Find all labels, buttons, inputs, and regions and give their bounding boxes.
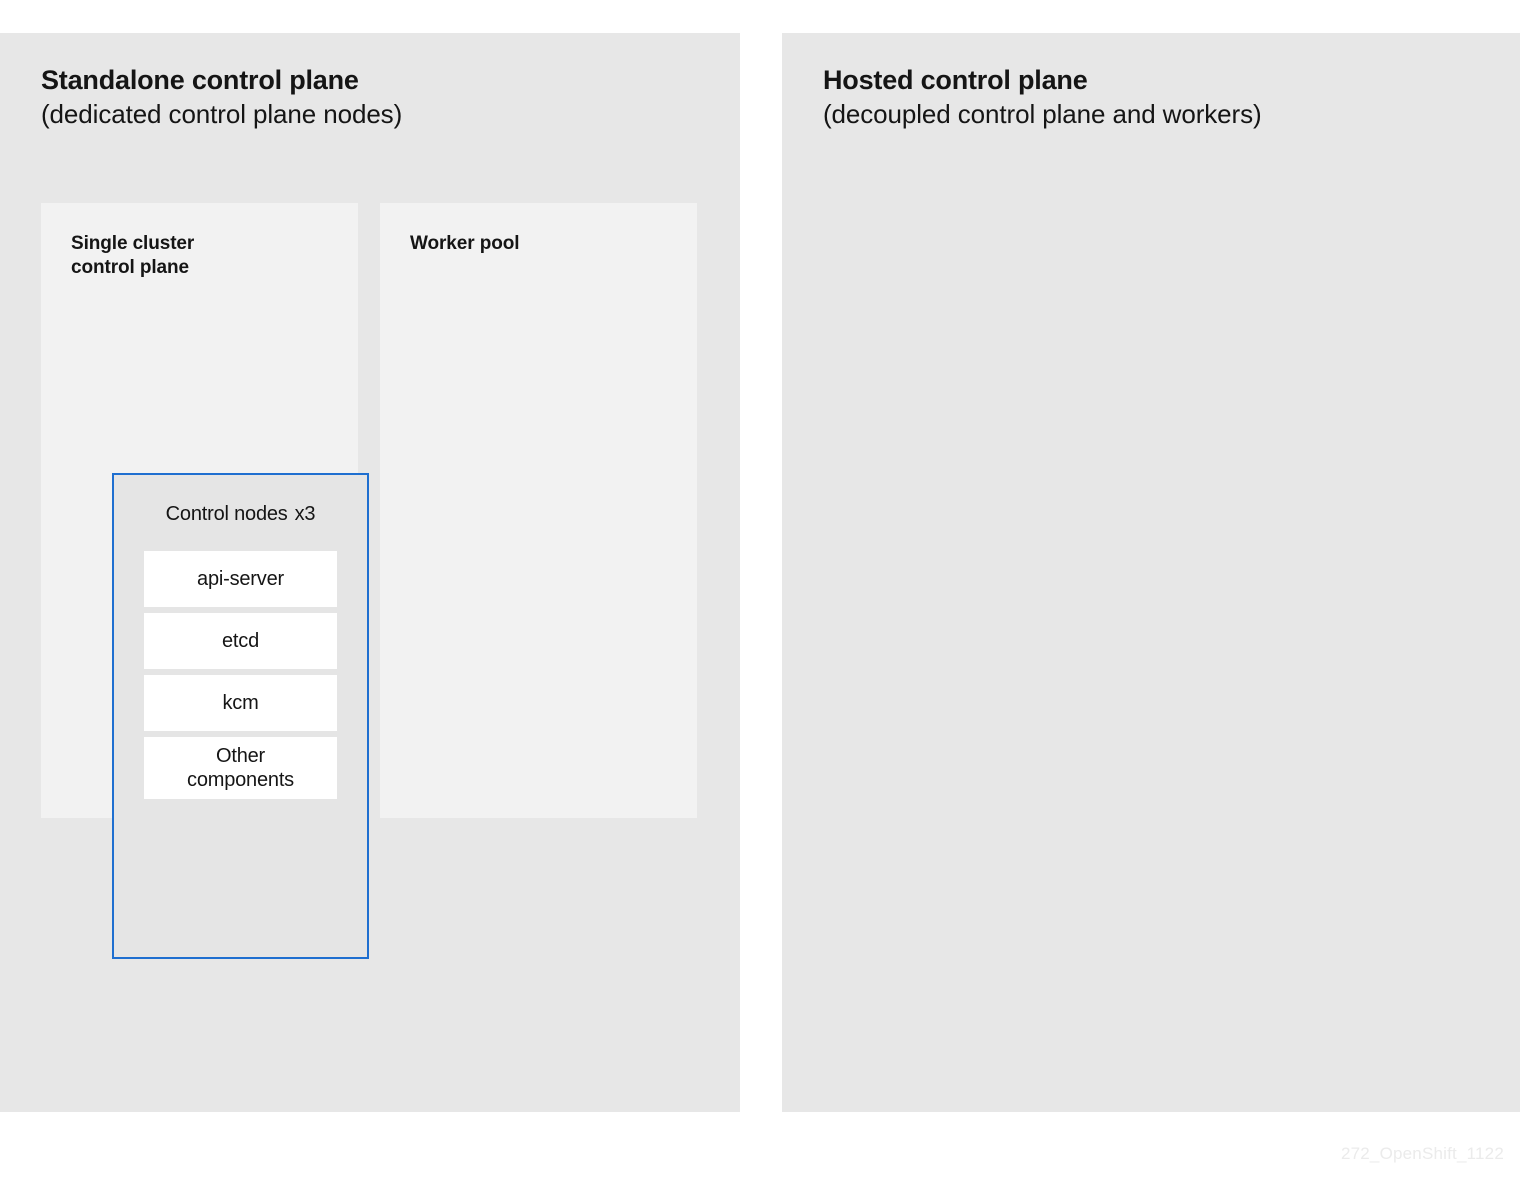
worker-pool-heading: Worker pool [410, 232, 520, 256]
single-cluster-heading-line2: control plane [71, 257, 189, 279]
standalone-panel-header: Standalone control plane (dedicated cont… [41, 65, 402, 130]
worker-pool-column: Worker pool Worker nodesxN Workloads xN … [380, 203, 1048, 959]
single-cluster-heading: Single cluster control plane [71, 232, 194, 281]
item-other-components: Other components [144, 737, 337, 799]
control-nodes-item-list: api-server etcd kcm Other components [144, 551, 337, 805]
diagram-canvas: Standalone control plane (dedicated cont… [0, 0, 1520, 1192]
control-nodes-count: x3 [294, 503, 316, 525]
standalone-panel-subtitle: (dedicated control plane nodes) [41, 98, 403, 129]
hosted-panel-header: Hosted control plane (decoupled control … [823, 65, 1262, 130]
footer-watermark: 272_OpenShift_1122 [1340, 1144, 1504, 1163]
standalone-control-plane-panel: Standalone control plane (dedicated cont… [0, 33, 1048, 1112]
single-cluster-heading-line1: Single cluster [71, 233, 195, 254]
hosted-panel-subtitle: (decoupled control plane and workers) [823, 98, 1262, 129]
control-nodes-label: Control nodes x3 [114, 503, 367, 526]
item-api-server: api-server [144, 551, 337, 607]
worker-pool-heading-line1: Worker pool [410, 233, 520, 254]
item-kcm: kcm [144, 675, 337, 731]
single-cluster-control-plane-column: Single cluster control plane Control nod… [41, 203, 369, 959]
control-nodes-box: Control nodes x3 api-server etcd kcm Othe… [112, 473, 369, 959]
item-etcd: etcd [144, 613, 337, 669]
control-nodes-label-text: Control nodes [165, 503, 288, 525]
standalone-panel-title: Standalone control plane [41, 65, 359, 95]
hosted-panel-title: Hosted control plane [823, 65, 1088, 95]
hosted-control-plane-panel: Hosted control plane (decoupled control … [782, 33, 1520, 1112]
